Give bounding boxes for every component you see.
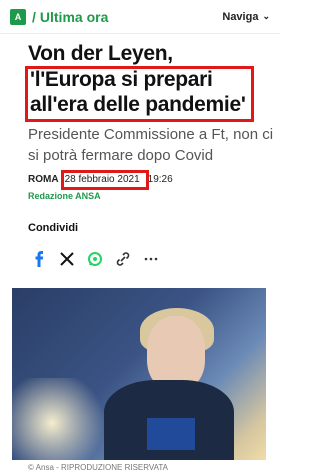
photo-caption: © Ansa - RIPRODUZIONE RISERVATA: [28, 463, 168, 472]
photo-face: [147, 316, 205, 390]
author-agency[interactable]: Redazione ANSA: [28, 191, 101, 201]
section-title[interactable]: Ultima ora: [40, 9, 108, 25]
link-icon[interactable]: [114, 250, 132, 268]
ansa-logo[interactable]: A: [10, 8, 26, 25]
publish-time: 19:26: [147, 174, 173, 185]
more-icon[interactable]: [142, 250, 160, 268]
share-label: Condividi: [28, 222, 79, 234]
naviga-menu[interactable]: Naviga ⌄: [222, 11, 270, 23]
facebook-icon[interactable]: [30, 250, 48, 268]
dateline-place: ROMA: [28, 174, 59, 185]
naviga-label: Naviga: [222, 10, 259, 23]
eu-flag: [147, 418, 195, 450]
light-glow: [12, 378, 112, 460]
date-highlight-box: [61, 170, 149, 190]
top-bar: A / Ultima ora Naviga ⌄: [0, 0, 280, 34]
subtitle: Presidente Commissione a Ft, non ci si p…: [28, 126, 274, 164]
breadcrumb-separator: /: [32, 8, 36, 25]
article-photo[interactable]: [12, 288, 266, 460]
headline: Von der Leyen,: [28, 42, 268, 66]
share-row: [30, 250, 160, 268]
chevron-down-icon: ⌄: [262, 11, 270, 21]
whatsapp-icon[interactable]: [86, 250, 104, 268]
headline-part1: Von der Leyen,: [28, 42, 173, 65]
x-icon[interactable]: [58, 250, 76, 268]
headline-quote: 'l'Europa si prepari all'era delle pande…: [30, 68, 246, 116]
